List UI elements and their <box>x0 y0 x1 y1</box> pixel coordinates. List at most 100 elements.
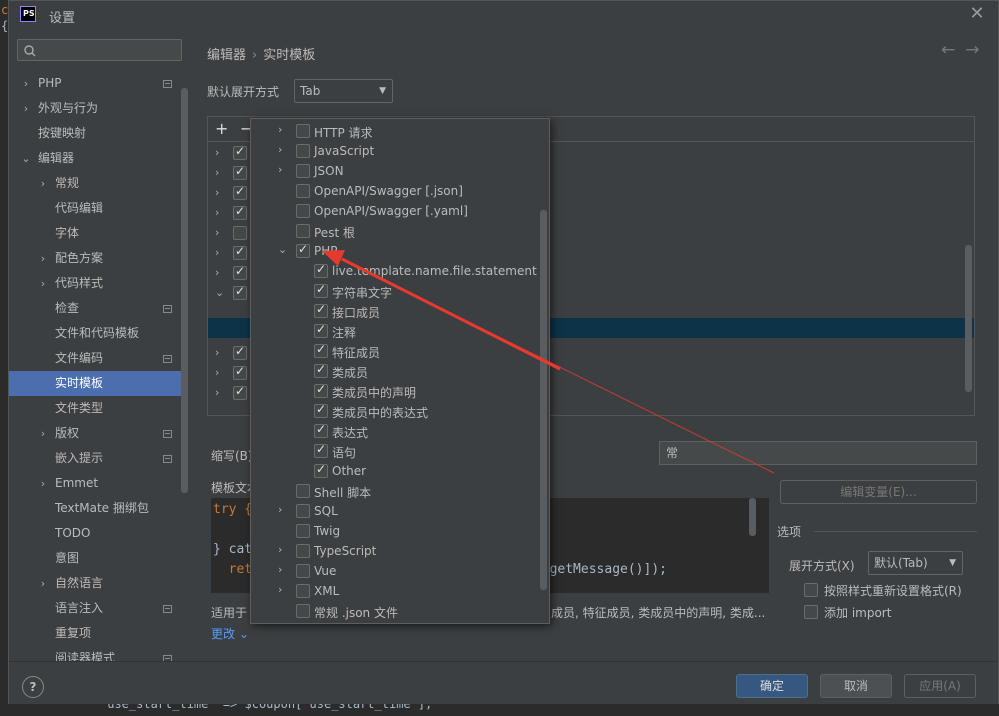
context-item[interactable]: 注释 <box>251 321 541 341</box>
context-checkbox[interactable] <box>296 184 310 198</box>
sidebar-item[interactable]: › 版权 <box>9 421 182 446</box>
breadcrumb-item[interactable]: 编辑器 <box>207 48 246 63</box>
chevron-right-icon[interactable]: › <box>215 366 219 379</box>
context-item[interactable]: 类成员中的声明 <box>251 381 541 401</box>
context-item[interactable]: › SQL <box>251 501 541 521</box>
sidebar-item[interactable]: › 外观与行为 <box>9 96 182 121</box>
sidebar-item[interactable]: › 配色方案 <box>9 246 182 271</box>
context-item[interactable]: 表达式 <box>251 421 541 441</box>
template-group-checkbox[interactable] <box>233 244 247 260</box>
sidebar-item[interactable]: › Emmet <box>9 471 182 496</box>
template-group-checkbox[interactable] <box>233 264 247 280</box>
add-icon[interactable]: + <box>215 119 228 138</box>
code-scrollbar[interactable] <box>749 498 756 536</box>
chevron-right-icon[interactable]: › <box>215 206 219 219</box>
chevron-right-icon[interactable]: › <box>278 503 282 516</box>
context-item[interactable]: 语句 <box>251 441 541 461</box>
context-item[interactable]: OpenAPI/Swagger [.yaml] <box>251 201 541 221</box>
chevron-right-icon[interactable]: › <box>38 571 48 596</box>
sidebar-item[interactable]: 语言注入 <box>9 596 182 621</box>
template-group-checkbox[interactable] <box>233 144 247 160</box>
chevron-right-icon[interactable]: › <box>21 96 31 121</box>
context-item[interactable]: › JavaScript <box>251 141 541 161</box>
default-expand-select[interactable]: Tab ▼ <box>294 79 393 103</box>
context-checkbox[interactable] <box>296 604 310 618</box>
context-item[interactable]: › HTTP 请求 <box>251 121 541 141</box>
context-item[interactable]: 字符串文字 <box>251 281 541 301</box>
sidebar-item[interactable]: 嵌入提示 <box>9 446 182 471</box>
context-item[interactable]: Twig <box>251 521 541 541</box>
chevron-right-icon[interactable]: › <box>215 346 219 359</box>
context-item[interactable]: › Vue <box>251 561 541 581</box>
chevron-right-icon[interactable]: › <box>215 166 219 179</box>
template-group-checkbox[interactable] <box>233 364 247 380</box>
ok-button[interactable]: 确定 <box>736 674 808 698</box>
chevron-right-icon[interactable]: › <box>215 226 219 239</box>
chevron-right-icon[interactable]: › <box>278 583 282 596</box>
context-item[interactable]: › XML <box>251 581 541 601</box>
options-expand-select[interactable]: 默认(Tab) ▼ <box>868 551 963 575</box>
context-checkbox[interactable] <box>314 302 328 318</box>
chevron-right-icon[interactable]: › <box>278 143 282 156</box>
context-checkbox[interactable] <box>314 282 328 298</box>
template-group-checkbox[interactable] <box>233 184 247 200</box>
context-checkbox[interactable] <box>314 462 328 478</box>
context-checkbox[interactable] <box>314 382 328 398</box>
chevron-down-icon[interactable]: ⌄ <box>278 243 287 256</box>
context-item[interactable]: 特征成员 <box>251 341 541 361</box>
context-item[interactable]: Other <box>251 461 541 481</box>
template-group-checkbox[interactable] <box>233 226 247 240</box>
popup-scrollbar[interactable] <box>540 210 547 590</box>
add-import-checkbox[interactable] <box>804 605 818 619</box>
sidebar-item[interactable]: TextMate 捆绑包 <box>9 496 182 521</box>
sidebar-item[interactable]: › PHP <box>9 71 182 96</box>
template-group-checkbox[interactable] <box>233 284 247 300</box>
context-item[interactable]: OpenAPI/Swagger [.json] <box>251 181 541 201</box>
chevron-right-icon[interactable]: › <box>38 271 48 296</box>
sidebar-item[interactable]: TODO <box>9 521 182 546</box>
context-checkbox[interactable] <box>296 504 310 518</box>
chevron-right-icon[interactable]: › <box>278 163 282 176</box>
template-group-checkbox[interactable] <box>233 384 247 400</box>
context-checkbox[interactable] <box>314 342 328 358</box>
chevron-right-icon[interactable]: › <box>278 543 282 556</box>
chevron-right-icon[interactable]: › <box>215 386 219 399</box>
chevron-right-icon[interactable]: › <box>21 71 31 96</box>
chevron-down-icon[interactable]: ⌄ <box>215 286 224 299</box>
chevron-right-icon[interactable]: › <box>38 471 48 496</box>
chevron-right-icon[interactable]: › <box>278 123 282 136</box>
apply-button[interactable]: 应用(A) <box>904 674 976 698</box>
context-checkbox[interactable] <box>296 544 310 558</box>
chevron-right-icon[interactable]: › <box>215 266 219 279</box>
sidebar-item[interactable]: › 代码样式 <box>9 271 182 296</box>
template-group-checkbox[interactable] <box>233 344 247 360</box>
close-icon[interactable]: ✕ <box>967 4 987 24</box>
chevron-right-icon[interactable]: › <box>38 246 48 271</box>
change-contexts-link[interactable]: 更改 ⌄ <box>211 625 249 642</box>
sidebar-item[interactable]: 实时模板 <box>9 371 182 396</box>
chevron-right-icon[interactable]: › <box>215 246 219 259</box>
sidebar-item[interactable]: 文件类型 <box>9 396 182 421</box>
context-item[interactable]: 常规 .json 文件 <box>251 601 541 621</box>
sidebar-item[interactable]: 字体 <box>9 221 182 246</box>
template-group-checkbox[interactable] <box>233 204 247 220</box>
context-item[interactable]: › TypeScript <box>251 541 541 561</box>
help-icon[interactable]: ? <box>22 676 44 698</box>
context-checkbox[interactable] <box>314 402 328 418</box>
sidebar-item[interactable]: 按键映射 <box>9 121 182 146</box>
context-item[interactable]: ⌄ PHP <box>251 241 541 261</box>
search-input[interactable] <box>17 39 182 61</box>
chevron-right-icon[interactable]: › <box>38 171 48 196</box>
chevron-right-icon[interactable]: › <box>38 421 48 446</box>
template-group-checkbox[interactable] <box>233 164 247 180</box>
cancel-button[interactable]: 取消 <box>820 674 892 698</box>
chevron-down-icon[interactable]: ⌄ <box>21 146 31 171</box>
chevron-right-icon[interactable]: › <box>215 186 219 199</box>
context-item[interactable]: Shell 脚本 <box>251 481 541 501</box>
forward-arrow-icon[interactable]: → <box>965 40 989 60</box>
context-checkbox[interactable] <box>314 262 328 278</box>
sidebar-item[interactable]: 代码编辑 <box>9 196 182 221</box>
context-item[interactable]: 类成员 <box>251 361 541 381</box>
context-checkbox[interactable] <box>296 564 310 578</box>
context-checkbox[interactable] <box>296 584 310 598</box>
